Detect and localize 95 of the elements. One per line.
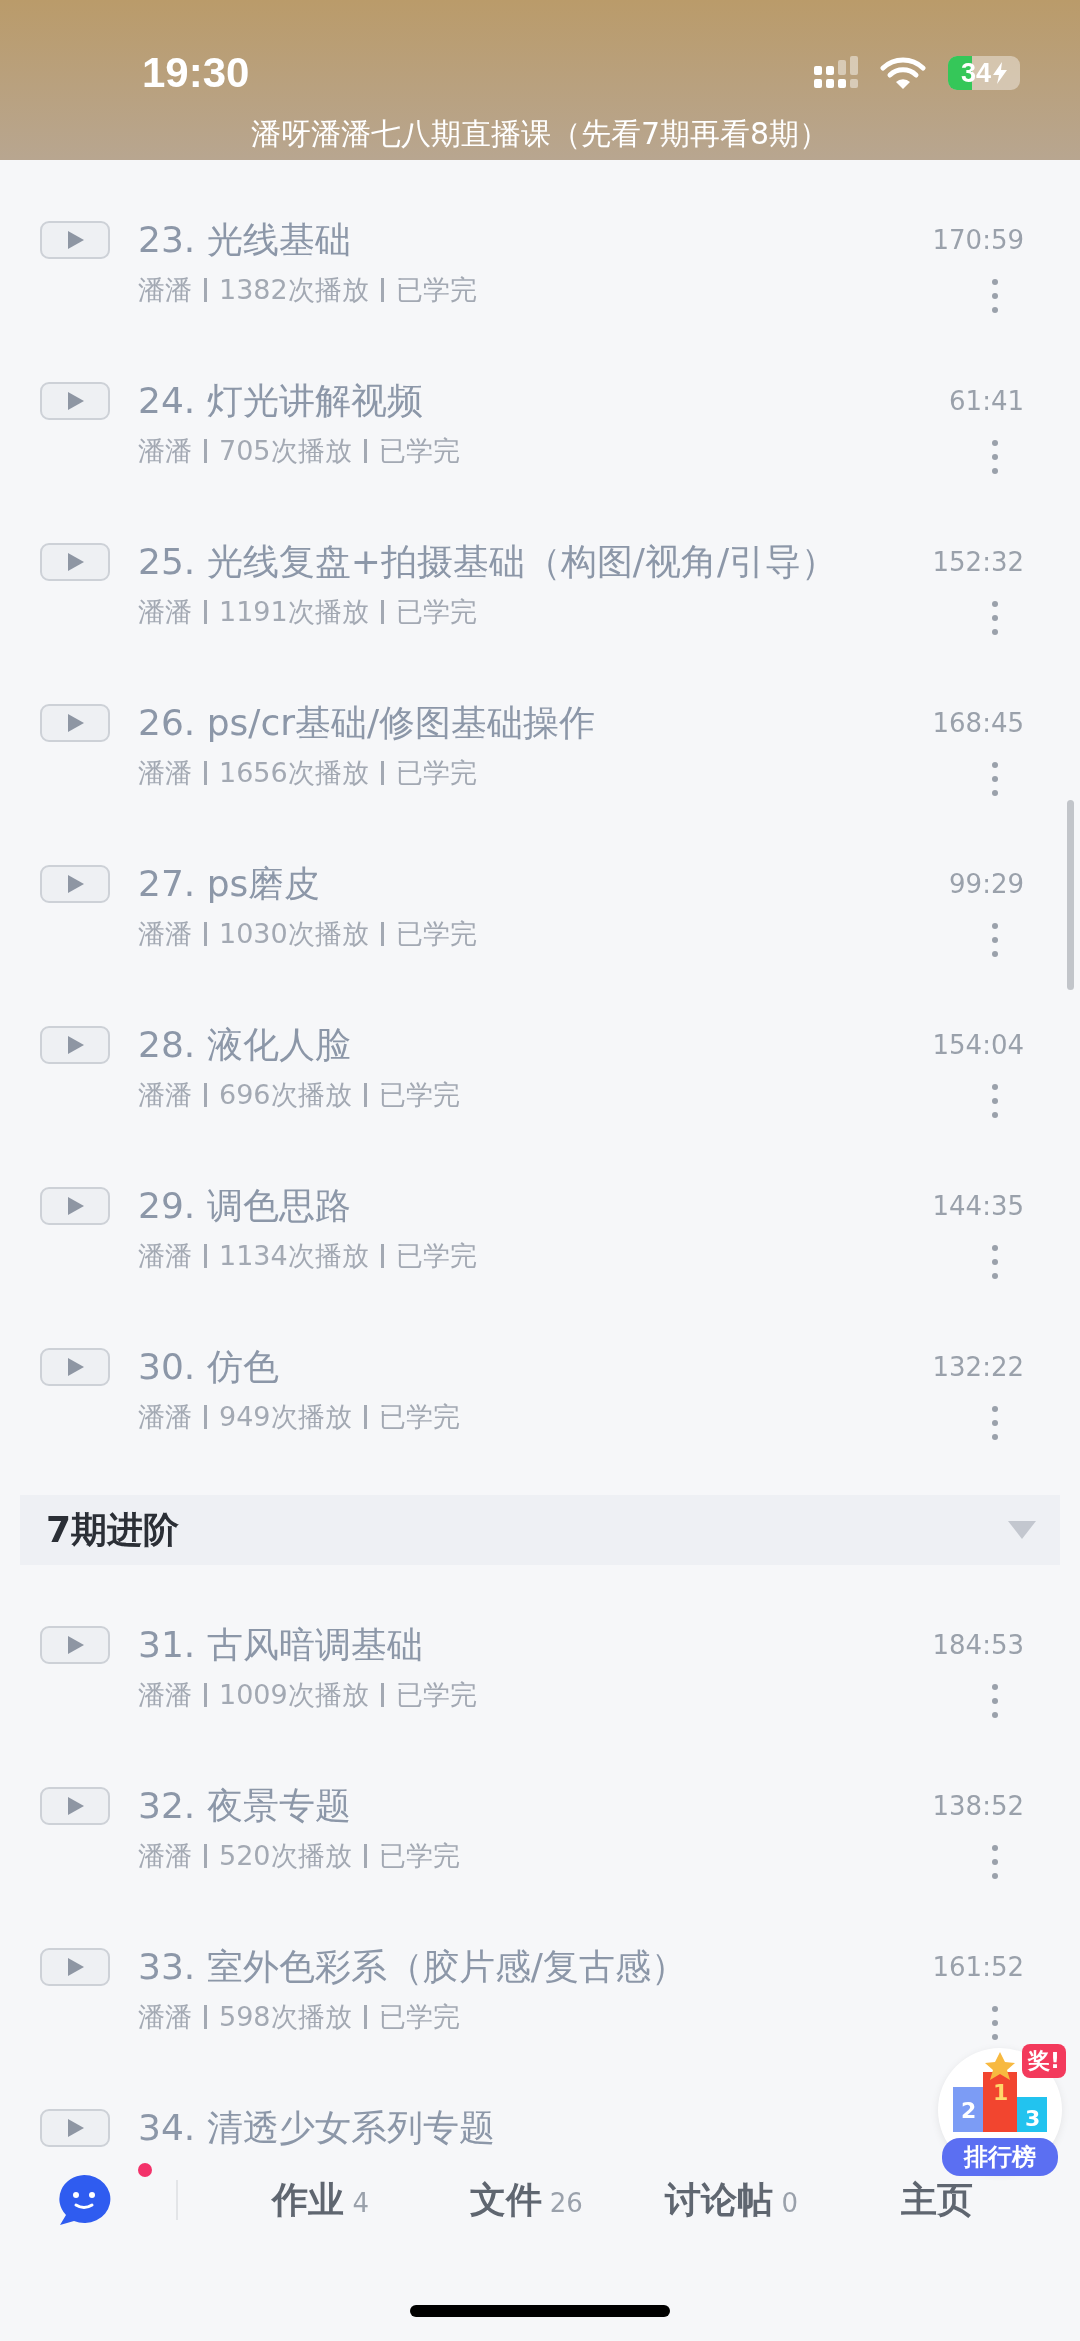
more-icon[interactable] <box>992 2006 998 2040</box>
play-icon[interactable] <box>40 221 110 259</box>
lesson-status: 已学完 <box>395 917 477 951</box>
play-count: 1191次播放 <box>219 595 369 629</box>
more-icon[interactable] <box>992 1684 998 1718</box>
play-count: 949次播放 <box>219 1400 352 1434</box>
lesson-author: 潘潘 <box>138 756 192 790</box>
lesson-author: 潘潘 <box>138 2000 192 2034</box>
play-icon[interactable] <box>40 704 110 742</box>
lesson-status: 已学完 <box>395 595 477 629</box>
lesson-author: 潘潘 <box>138 1400 192 1434</box>
rank-number: 2 <box>961 2098 977 2123</box>
play-icon[interactable] <box>40 865 110 903</box>
play-count: 696次播放 <box>219 1078 352 1112</box>
lesson-status: 已学完 <box>395 273 477 307</box>
more-icon[interactable] <box>992 923 998 957</box>
lesson-title[interactable]: 32. 夜景专题 <box>138 1781 351 1831</box>
play-icon[interactable] <box>40 1026 110 1064</box>
lesson-duration: 61:41 <box>949 386 1024 416</box>
signal-icon <box>814 56 858 90</box>
play-icon[interactable] <box>40 1187 110 1225</box>
lesson-title[interactable]: 27. ps磨皮 <box>138 859 321 909</box>
play-icon[interactable] <box>40 1787 110 1825</box>
lesson-status: 已学完 <box>395 1239 477 1273</box>
section-header[interactable]: 7期进阶 <box>20 1495 1060 1565</box>
lesson-title[interactable]: 31. 古风暗调基础 <box>138 1620 423 1670</box>
lesson-title[interactable]: 30. 仿色 <box>138 1342 279 1392</box>
play-count: 1009次播放 <box>219 1678 369 1712</box>
status-time: 19:30 <box>142 49 250 97</box>
more-icon[interactable] <box>992 762 998 796</box>
play-count: 1382次播放 <box>219 273 369 307</box>
lesson-title[interactable]: 33. 室外色彩系（胶片感/复古感） <box>138 1942 687 1992</box>
nav-tab[interactable]: 作业 4 <box>218 2175 424 2225</box>
lesson-author: 潘潘 <box>138 1678 192 1712</box>
play-count: 520次播放 <box>219 1839 352 1873</box>
lesson-title[interactable]: 23. 光线基础 <box>138 215 351 265</box>
lesson-duration: 138:52 <box>932 1791 1024 1821</box>
play-count: 1030次播放 <box>219 917 369 951</box>
leaderboard-label: 排行榜 <box>942 2138 1058 2176</box>
lesson-author: 潘潘 <box>138 273 192 307</box>
lesson-status: 已学完 <box>395 1678 477 1712</box>
play-icon[interactable] <box>40 543 110 581</box>
nav-tab[interactable]: 讨论帖 0 <box>629 2175 835 2225</box>
lesson-duration: 161:52 <box>932 1952 1024 1982</box>
lesson-status: 已学完 <box>378 1400 460 1434</box>
nav-tab[interactable]: 文件 26 <box>423 2175 629 2225</box>
more-icon[interactable] <box>992 279 998 313</box>
lesson-author: 潘潘 <box>138 1839 192 1873</box>
caret-icon <box>1008 1521 1036 1539</box>
play-icon[interactable] <box>40 1948 110 1986</box>
play-count: 598次播放 <box>219 2000 352 2034</box>
lesson-title[interactable]: 28. 液化人脸 <box>138 1020 351 1070</box>
lesson-status: 已学完 <box>378 2000 460 2034</box>
rank-number: 1 <box>993 2080 1009 2105</box>
nav-tab[interactable]: 主页 <box>834 2175 1040 2225</box>
play-count: 1656次播放 <box>219 756 369 790</box>
lesson-status: 已学完 <box>378 1078 460 1112</box>
lesson-title[interactable]: 34. 清透少女系列专题 <box>138 2103 495 2150</box>
more-icon[interactable] <box>992 1245 998 1279</box>
chat-icon[interactable] <box>56 2173 112 2227</box>
wifi-icon <box>880 56 926 90</box>
page-title: 潘呀潘潘七八期直播课（先看7期再看8期） <box>249 115 831 153</box>
prize-tag: 奖! <box>1021 2044 1066 2078</box>
lesson-duration: 184:53 <box>932 1630 1024 1660</box>
lesson-status: 已学完 <box>378 1839 460 1873</box>
more-icon[interactable] <box>992 601 998 635</box>
more-icon[interactable] <box>992 1084 998 1118</box>
lesson-status: 已学完 <box>378 434 460 468</box>
lesson-title[interactable]: 25. 光线复盘+拍摄基础（构图/视角/引导） <box>138 537 838 587</box>
lesson-title[interactable]: 29. 调色思路 <box>138 1181 351 1231</box>
lesson-author: 潘潘 <box>138 434 192 468</box>
lesson-status: 已学完 <box>395 756 477 790</box>
lesson-author: 潘潘 <box>138 595 192 629</box>
lesson-author: 潘潘 <box>138 1078 192 1112</box>
play-icon[interactable] <box>40 1348 110 1386</box>
lesson-title[interactable]: 26. ps/cr基础/修图基础操作 <box>138 698 596 748</box>
play-icon[interactable] <box>40 1626 110 1664</box>
more-icon[interactable] <box>992 1406 998 1440</box>
lesson-duration: 144:35 <box>932 1191 1024 1221</box>
more-icon[interactable] <box>992 1845 998 1879</box>
lesson-author: 潘潘 <box>138 1239 192 1273</box>
lesson-duration: 154:04 <box>932 1030 1024 1060</box>
play-icon[interactable] <box>40 2109 110 2147</box>
more-icon[interactable] <box>992 440 998 474</box>
lesson-author: 潘潘 <box>138 917 192 951</box>
play-count: 1134次播放 <box>219 1239 369 1273</box>
lesson-duration: 168:45 <box>932 708 1024 738</box>
lesson-duration: 152:32 <box>932 547 1024 577</box>
play-count: 705次播放 <box>219 434 352 468</box>
play-icon[interactable] <box>40 382 110 420</box>
rank-number: 3 <box>1025 2106 1041 2131</box>
lesson-title[interactable]: 24. 灯光讲解视频 <box>138 376 423 426</box>
lesson-duration: 170:59 <box>932 225 1024 255</box>
lesson-duration: 99:29 <box>949 869 1024 899</box>
lesson-duration: 132:22 <box>932 1352 1024 1382</box>
